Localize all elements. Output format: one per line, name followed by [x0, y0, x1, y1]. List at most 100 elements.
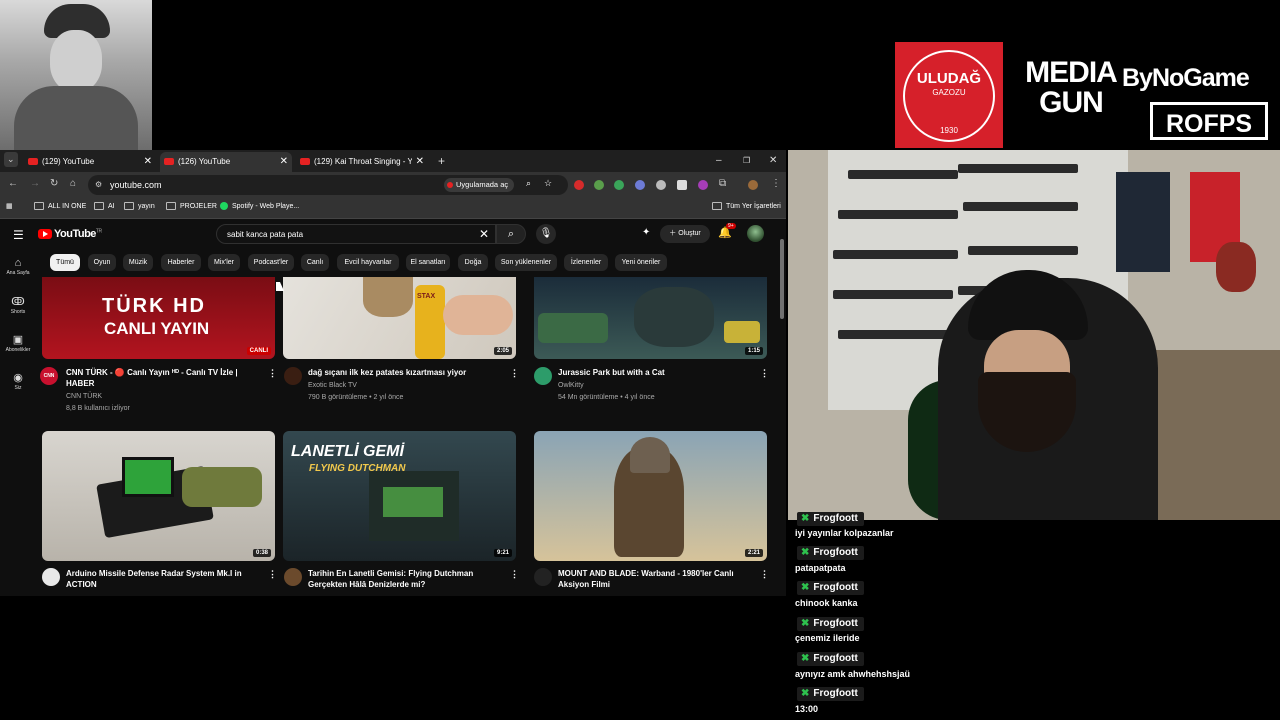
extension-yt-icon[interactable]: ✦ [642, 227, 650, 238]
more-actions-icon[interactable]: ⋮ [268, 368, 277, 379]
zoom-icon[interactable]: ⌕ [526, 178, 531, 189]
video-thumbnail[interactable]: TÜRK HD CANLI YAYIN CANLI [42, 277, 275, 359]
account-avatar[interactable] [747, 225, 764, 242]
bookmark-star-icon[interactable]: ☆ [544, 178, 552, 189]
browser-tab-active[interactable]: (126) YouTube ✕ [160, 152, 292, 172]
chip[interactable]: Oyun [88, 254, 116, 271]
channel-avatar[interactable] [284, 568, 302, 586]
bookmark-folder[interactable]: ALL IN ONE [34, 198, 86, 216]
video-thumbnail[interactable]: STAX 2:05 [283, 277, 516, 359]
close-tab-icon[interactable]: ✕ [280, 152, 288, 172]
video-thumbnail[interactable]: 0:38 [42, 431, 275, 561]
voice-search-button[interactable]: 🎙 [536, 224, 556, 244]
more-actions-icon[interactable]: ⋮ [268, 569, 277, 580]
video-title[interactable]: Jurassic Park but with a Cat [558, 367, 665, 378]
channel-avatar[interactable] [534, 568, 552, 586]
video-thumbnail[interactable]: 2:21 [534, 431, 767, 561]
create-button[interactable]: ＋ Oluştur [660, 225, 710, 243]
bookmark-spotify[interactable]: Spotify - Web Playe... [220, 198, 299, 216]
new-tab-button[interactable]: + [438, 150, 445, 172]
browser-tab[interactable]: (129) YouTube ✕ [24, 152, 156, 172]
bookmark-folder[interactable]: yayın [124, 198, 155, 216]
channel-avatar[interactable]: CNN [40, 367, 58, 385]
video-meta: 54 Mn görüntüleme • 4 yıl önce [558, 394, 655, 401]
scrollbar-thumb[interactable] [780, 239, 784, 319]
channel-name[interactable]: OwlKitty [558, 380, 584, 391]
subscriptions-icon: ▣ [12, 334, 24, 346]
chip[interactable]: Podcast'ler [248, 254, 294, 271]
channel-avatar[interactable] [42, 568, 60, 586]
chip[interactable]: Doğa [458, 254, 488, 271]
channel-avatar[interactable] [284, 367, 302, 385]
close-tab-icon[interactable]: ✕ [416, 152, 424, 172]
video-title[interactable]: CNN TÜRK - 🔴 Canlı Yayın ᴴᴰ - Canlı TV İ… [66, 367, 238, 389]
extension-icon[interactable] [635, 180, 645, 190]
browser-window: ⌄ (129) YouTube ✕ (126) YouTube ✕ (129) … [0, 150, 786, 596]
more-actions-icon[interactable]: ⋮ [510, 368, 519, 379]
site-info-icon[interactable]: ⚙ [95, 180, 102, 189]
apps-icon[interactable]: ▦ [6, 198, 13, 216]
channel-name[interactable]: Exotic Black TV [308, 380, 357, 391]
extension-icon[interactable] [656, 180, 666, 190]
guide-item-shorts[interactable]: ↂ Shorts [0, 295, 36, 315]
back-icon[interactable]: ← [8, 178, 18, 189]
hamburger-menu-icon[interactable]: ☰ [13, 228, 24, 242]
chip[interactable]: Mix'ler [208, 254, 240, 271]
clear-search-icon[interactable]: ✕ [479, 227, 489, 241]
more-actions-icon[interactable]: ⋮ [760, 368, 769, 379]
video-title[interactable]: Tarihin En Lanetli Gemisi: Flying Dutchm… [308, 568, 473, 590]
chip[interactable]: Evcil hayvanlar [337, 254, 399, 271]
chat-username: ✖ Frogfoott [797, 617, 864, 631]
chip[interactable]: Canlı [301, 254, 329, 271]
video-title[interactable]: dağ sıçanı ilk kez patates kızartması yi… [308, 367, 466, 378]
search-button[interactable]: ⌕ [496, 224, 526, 244]
chat-message: 13:00 [795, 704, 819, 714]
forward-icon[interactable]: → [30, 178, 40, 189]
extension-icon[interactable] [677, 180, 687, 190]
address-bar[interactable]: ⚙ youtube.com Uygulamada aç ⌕ ☆ [88, 175, 568, 195]
chip[interactable]: Müzik [123, 254, 153, 271]
minimize-button[interactable]: – [716, 150, 722, 172]
chip[interactable]: İzlenenler [564, 254, 608, 271]
close-window-button[interactable]: ✕ [769, 150, 777, 172]
extension-icon[interactable] [614, 180, 624, 190]
more-actions-icon[interactable]: ⋮ [760, 569, 769, 580]
chip[interactable]: Yeni öneriler [615, 254, 667, 271]
youtube-play-icon [38, 229, 52, 240]
video-title[interactable]: Arduino Missile Defense Radar System Mk.… [66, 568, 242, 590]
video-title[interactable]: MOUNT AND BLADE: Warband - 1980'ler Canl… [558, 568, 734, 590]
video-thumbnail[interactable]: 1:15 [534, 277, 767, 359]
bookmark-folder[interactable]: PROJELER [166, 198, 217, 216]
extensions-puzzle-icon[interactable]: ⧉ [719, 178, 726, 189]
chip-all[interactable]: Tümü [50, 254, 80, 271]
reload-icon[interactable]: ↻ [50, 178, 58, 189]
guide-item-you[interactable]: ◉ Siz [0, 371, 36, 391]
home-icon[interactable]: ⌂ [70, 178, 76, 189]
uludag-logo: ULUDAĞ GAZOZU 1930 [895, 42, 1003, 148]
extension-icon[interactable] [594, 180, 604, 190]
chip[interactable]: Haberler [161, 254, 201, 271]
guide-item-subscriptions[interactable]: ▣ Abonelikler [0, 333, 36, 353]
youtube-logo[interactable]: YouTubeTR [38, 228, 102, 240]
tab-search-button[interactable]: ⌄ [4, 152, 18, 167]
chip[interactable]: El sanatları [406, 254, 450, 271]
guide-item-home[interactable]: ⌂ Ana Sayfa [0, 257, 36, 276]
extension-icon[interactable] [574, 180, 584, 190]
sword-icon: ✖ [801, 653, 810, 664]
maximize-button[interactable]: ❐ [743, 150, 750, 172]
bookmark-folder[interactable]: AI [94, 198, 115, 216]
channel-avatar[interactable] [534, 367, 552, 385]
channel-name[interactable]: CNN TÜRK [66, 391, 102, 402]
search-input[interactable] [225, 229, 469, 240]
all-bookmarks-folder[interactable]: Tüm Yer İşaretleri [712, 198, 781, 216]
browser-tab[interactable]: (129) Kai Throat Singing - YouT ✕ [296, 152, 428, 172]
search-box[interactable]: ✕ [216, 224, 496, 244]
close-tab-icon[interactable]: ✕ [144, 152, 152, 172]
extension-icon[interactable] [698, 180, 708, 190]
video-thumbnail[interactable]: LANETLİ GEMİ FLYING DUTCHMAN 9:21 [283, 431, 516, 561]
more-actions-icon[interactable]: ⋮ [510, 569, 519, 580]
profile-icon[interactable] [748, 180, 758, 190]
chip[interactable]: Son yüklenenler [495, 254, 557, 271]
menu-icon[interactable]: ⋮ [771, 178, 781, 189]
open-in-app-button[interactable]: Uygulamada aç [444, 178, 514, 192]
